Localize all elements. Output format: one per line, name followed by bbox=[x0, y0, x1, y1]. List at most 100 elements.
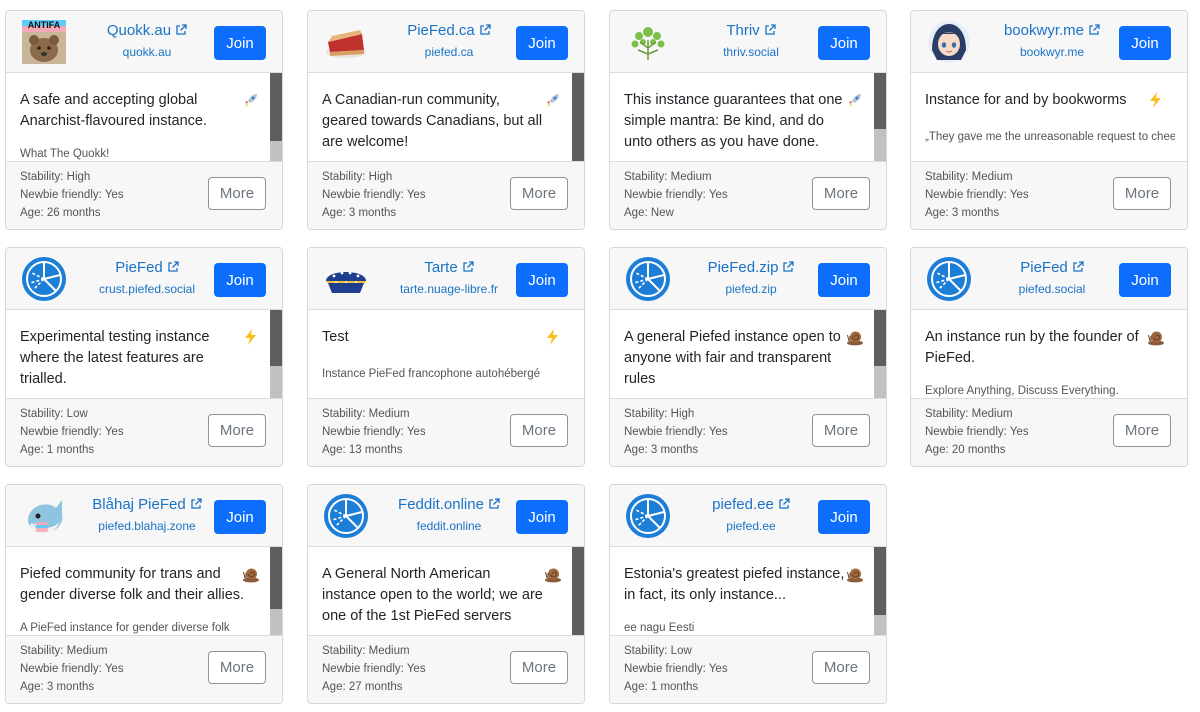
join-button[interactable]: Join bbox=[818, 26, 870, 60]
snail-icon bbox=[846, 328, 864, 346]
scrollbar-thumb[interactable] bbox=[874, 547, 886, 615]
join-button[interactable]: Join bbox=[516, 26, 568, 60]
more-button[interactable]: More bbox=[208, 177, 266, 210]
scrollbar-thumb[interactable] bbox=[874, 73, 886, 129]
join-button[interactable]: Join bbox=[516, 263, 568, 297]
stability-label: Stability: bbox=[20, 408, 67, 420]
instance-name: Quokk.au bbox=[106, 22, 172, 39]
more-button[interactable]: More bbox=[812, 177, 870, 210]
age-label: Age: bbox=[925, 444, 952, 456]
scrollbar-thumb[interactable] bbox=[270, 310, 282, 366]
age-label: Age: bbox=[925, 207, 952, 219]
scrollbar-thumb[interactable] bbox=[572, 547, 584, 635]
more-button[interactable]: More bbox=[812, 414, 870, 447]
instance-name-link[interactable]: PieFed.ca bbox=[388, 22, 510, 40]
instance-domain-link[interactable]: quokk.au bbox=[86, 45, 208, 59]
stability-label: Stability: bbox=[624, 408, 671, 420]
card-footer: Stability: High Newbie friendly: Yes Age: … bbox=[308, 161, 584, 229]
more-button[interactable]: More bbox=[510, 651, 568, 684]
instance-description: An instance run by the founder of PieFed… bbox=[925, 329, 1139, 366]
age-stat: Age: 26 months bbox=[20, 207, 101, 219]
more-button[interactable]: More bbox=[208, 651, 266, 684]
newbie-value: Yes bbox=[708, 663, 728, 675]
card-footer: Stability: Medium Newbie friendly: Yes Age… bbox=[308, 398, 584, 466]
tree-logo bbox=[624, 19, 672, 65]
instance-name: Thriv bbox=[726, 22, 760, 39]
scrollbar[interactable] bbox=[270, 547, 282, 635]
instance-domain-link[interactable]: piefed.ca bbox=[388, 45, 510, 59]
instance-description: This instance guarantees that one simple… bbox=[624, 92, 843, 150]
instance-domain-link[interactable]: thriv.social bbox=[690, 45, 812, 59]
tarte-logo bbox=[322, 256, 370, 302]
instance-domain-link[interactable]: piefed.blahaj.zone bbox=[86, 519, 208, 533]
stability-label: Stability: bbox=[20, 171, 67, 183]
newbie-label: Newbie friendly: bbox=[925, 189, 1010, 201]
card-footer: Stability: Medium Newbie friendly: Yes Age… bbox=[911, 398, 1187, 466]
join-button[interactable]: Join bbox=[516, 500, 568, 534]
instance-name-link[interactable]: piefed.ee bbox=[690, 496, 812, 514]
scrollbar[interactable] bbox=[572, 547, 584, 635]
scrollbar[interactable] bbox=[874, 310, 886, 398]
age-label: Age: bbox=[20, 444, 47, 456]
more-button[interactable]: More bbox=[812, 651, 870, 684]
join-button[interactable]: Join bbox=[818, 263, 870, 297]
card-description-area: A Canadian-run community, geared towards… bbox=[308, 73, 584, 161]
age-label: Age: bbox=[322, 207, 349, 219]
rocket-icon bbox=[846, 91, 864, 109]
instance-domain-link[interactable]: crust.piefed.social bbox=[86, 282, 208, 296]
instance-name-link[interactable]: bookwyr.me bbox=[991, 22, 1113, 40]
instance-domain-link[interactable]: feddit.online bbox=[388, 519, 510, 533]
instance-name-link[interactable]: Thriv bbox=[690, 22, 812, 40]
instance-name-link[interactable]: Blåhaj PieFed bbox=[86, 496, 208, 514]
join-button[interactable]: Join bbox=[1119, 26, 1171, 60]
scrollbar[interactable] bbox=[874, 547, 886, 635]
join-button[interactable]: Join bbox=[1119, 263, 1171, 297]
instance-domain-link[interactable]: piefed.social bbox=[991, 282, 1113, 296]
instance-card: Blåhaj PieFed piefed.blahaj.zone Join Piefe… bbox=[5, 484, 283, 704]
scrollbar-thumb[interactable] bbox=[270, 547, 282, 609]
more-button[interactable]: More bbox=[1113, 177, 1171, 210]
instance-domain-link[interactable]: tarte.nuage-libre.fr bbox=[388, 282, 510, 296]
join-button[interactable]: Join bbox=[818, 500, 870, 534]
card-header: ANTIFA Quokk.au quokk.au Join bbox=[6, 11, 282, 73]
instance-name-link[interactable]: Feddit.online bbox=[388, 496, 510, 514]
newbie-stat: Newbie friendly: Yes bbox=[925, 426, 1029, 438]
scrollbar[interactable] bbox=[270, 73, 282, 161]
piefed-logo bbox=[322, 493, 370, 539]
age-stat: Age: 20 months bbox=[925, 444, 1006, 456]
scrollbar[interactable] bbox=[874, 73, 886, 161]
stability-stat: Stability: Medium bbox=[624, 171, 712, 183]
instance-name-link[interactable]: PieFed bbox=[86, 259, 208, 277]
instance-name: bookwyr.me bbox=[1003, 22, 1085, 39]
instance-name-link[interactable]: PieFed.zip bbox=[690, 259, 812, 277]
scrollbar-thumb[interactable] bbox=[572, 73, 584, 161]
more-button[interactable]: More bbox=[510, 177, 568, 210]
instance-card: Tarte tarte.nuage-libre.fr Join Test Instanc… bbox=[307, 247, 585, 467]
avatar-logo bbox=[925, 19, 973, 65]
age-value: 20 months bbox=[951, 444, 1006, 456]
instance-tagline: Instance PieFed francophone autohébergé bbox=[322, 368, 541, 380]
instance-name-link[interactable]: PieFed bbox=[991, 259, 1113, 277]
instance-domain-link[interactable]: piefed.zip bbox=[690, 282, 812, 296]
join-button[interactable]: Join bbox=[214, 26, 266, 60]
external-link-icon bbox=[463, 261, 474, 272]
more-button[interactable]: More bbox=[208, 414, 266, 447]
join-button[interactable]: Join bbox=[214, 500, 266, 534]
scrollbar-thumb[interactable] bbox=[270, 73, 282, 141]
instance-domain-link[interactable]: bookwyr.me bbox=[991, 45, 1113, 59]
instance-card: PieFed.zip piefed.zip Join A general Piefed… bbox=[609, 247, 887, 467]
card-footer: Stability: Medium Newbie friendly: Yes Age… bbox=[6, 635, 282, 703]
instance-domain-link[interactable]: piefed.ee bbox=[690, 519, 812, 533]
newbie-stat: Newbie friendly: Yes bbox=[624, 663, 728, 675]
more-button[interactable]: More bbox=[510, 414, 568, 447]
scrollbar[interactable] bbox=[572, 73, 584, 161]
join-button[interactable]: Join bbox=[214, 263, 266, 297]
instance-name-link[interactable]: Tarte bbox=[388, 259, 510, 277]
external-link-icon bbox=[489, 498, 500, 509]
piefed-logo bbox=[624, 256, 672, 302]
age-value: 3 months bbox=[46, 681, 95, 693]
scrollbar-thumb[interactable] bbox=[874, 310, 886, 366]
more-button[interactable]: More bbox=[1113, 414, 1171, 447]
scrollbar[interactable] bbox=[270, 310, 282, 398]
instance-name-link[interactable]: Quokk.au bbox=[86, 22, 208, 40]
